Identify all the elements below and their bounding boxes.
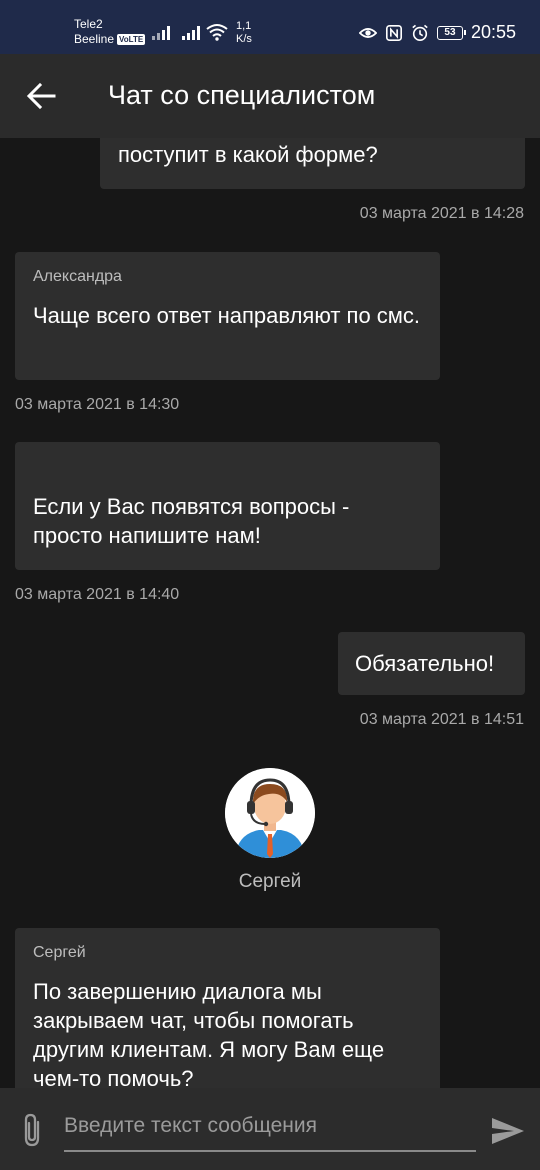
status-bar: Tele2 Beeline VoLTE 1,1 K/s 53 20:55 (0, 0, 540, 54)
input-underline (64, 1150, 476, 1152)
battery-icon: 53 (436, 25, 466, 40)
speed-value: 1,1 (236, 20, 252, 32)
message-timestamp: 03 марта 2021 в 14:40 (15, 586, 180, 603)
message-text: Чаще всего ответ направляют по смс. (33, 303, 421, 328)
operator-headset-avatar-icon (225, 768, 315, 858)
carrier-2-row: Beeline VoLTE (74, 32, 146, 47)
message-composer (0, 1088, 540, 1170)
message-text: Обязательно! (355, 651, 495, 676)
eye-comfort-icon (358, 27, 377, 38)
speed-unit: K/s (236, 33, 252, 45)
send-icon[interactable] (490, 1116, 526, 1146)
chat-message-list[interactable]: поступит в какой форме? 03 марта 2021 в … (0, 138, 540, 1088)
message-text: По завершению диалога мы закрываем чат, … (33, 979, 385, 1088)
wifi-icon (206, 24, 228, 41)
alarm-icon (412, 24, 428, 41)
nfc-icon (385, 24, 402, 41)
signal-strength-icon (152, 24, 170, 40)
page-title: Чат со специалистом (108, 80, 376, 110)
chat-message-outgoing: поступит в какой форме? (100, 138, 525, 189)
chat-message-incoming: Александра Чаще всего ответ направляют п… (15, 252, 440, 380)
paperclip-icon[interactable] (18, 1112, 46, 1148)
message-input[interactable] (64, 1110, 476, 1142)
message-timestamp: 03 марта 2021 в 14:51 (359, 711, 524, 728)
app-toolbar: Чат со специалистом (0, 54, 540, 138)
message-timestamp: 03 марта 2021 в 14:30 (15, 396, 180, 413)
volte-badge: VoLTE (117, 34, 146, 46)
message-sender: Александра (33, 268, 122, 285)
signal-strength-icon (182, 24, 200, 40)
chat-message-outgoing: Обязательно! (338, 632, 525, 695)
carrier-1: Tele2 (74, 17, 103, 31)
clock: 20:55 (470, 22, 516, 42)
carrier-2: Beeline (74, 32, 115, 46)
message-text: Если у Вас появятся вопросы - просто нап… (33, 494, 350, 548)
status-icons: 53 20:55 (358, 22, 516, 43)
operator-name: Сергей (238, 871, 302, 892)
carrier-names: Tele2 Beeline VoLTE (74, 17, 146, 47)
message-timestamp: 03 марта 2021 в 14:28 (359, 205, 524, 222)
back-arrow-icon[interactable] (26, 82, 56, 110)
operator-avatar (225, 768, 315, 858)
message-sender: Сергей (33, 944, 86, 961)
message-text: поступит в какой форме? (118, 142, 378, 167)
chat-message-incoming: Если у Вас появятся вопросы - просто нап… (15, 442, 440, 570)
chat-message-incoming: Сергей По завершению диалога мы закрывае… (15, 928, 440, 1088)
network-speed: 1,1 K/s (236, 20, 252, 46)
